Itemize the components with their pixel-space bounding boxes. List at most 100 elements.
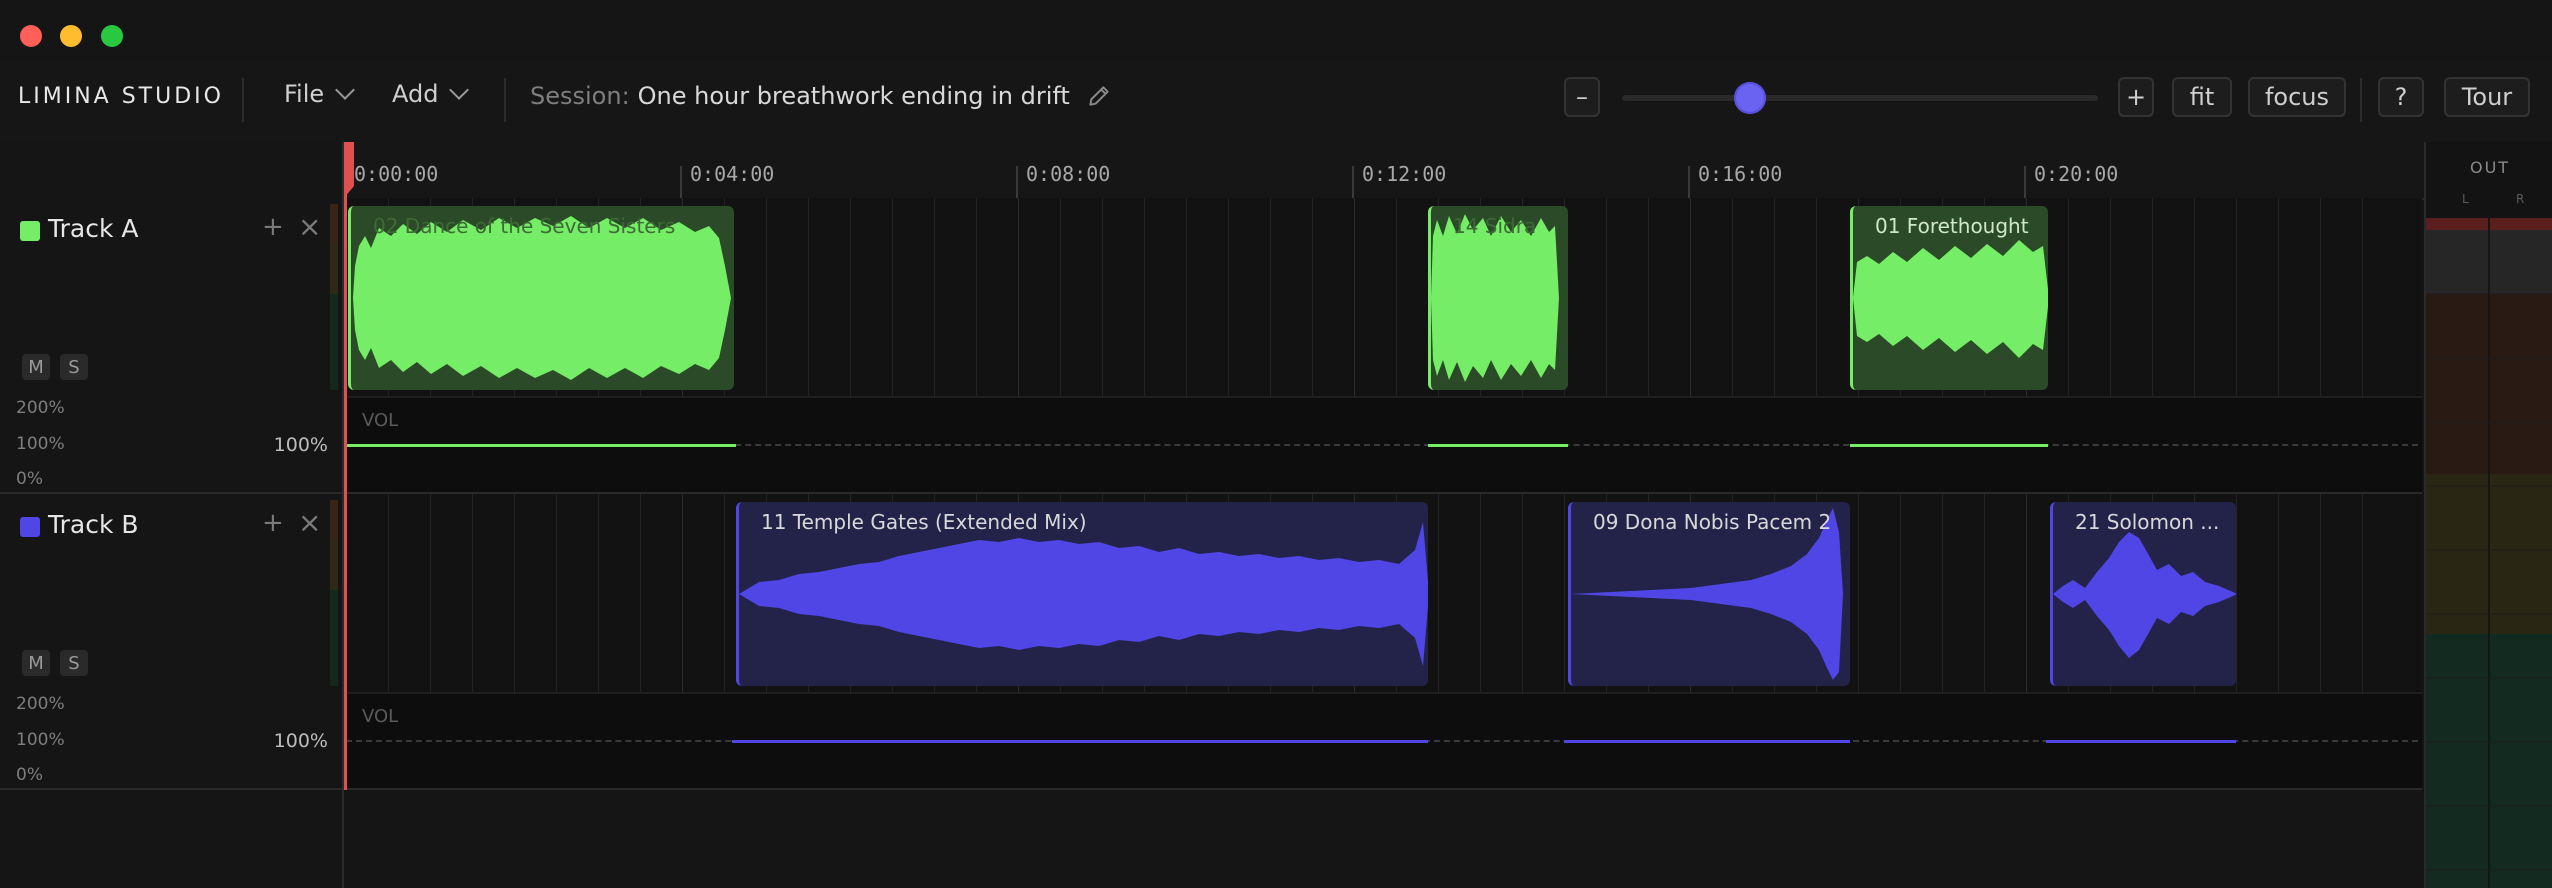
grid-line: [556, 494, 557, 692]
toolbar: LIMINA STUDIO File Add Session: One hour…: [0, 60, 2552, 144]
focus-button[interactable]: focus: [2248, 77, 2346, 117]
clip-a1[interactable]: 02 Dance of the Seven Sisters: [348, 206, 734, 390]
track-a-lane[interactable]: 02 Dance of the Seven Sisters 14 Sidra 0…: [346, 198, 2422, 396]
grid-line: [472, 494, 473, 692]
ruler-tick: [1688, 166, 1690, 198]
grid-line: [1354, 198, 1355, 396]
grid-line: [1732, 198, 1733, 396]
track-a-color-swatch[interactable]: [20, 221, 40, 241]
toolbar-divider: [2360, 78, 2362, 122]
grid-line: [2152, 198, 2153, 396]
grid-line: [2236, 494, 2237, 692]
vol-scale-0: 0%: [16, 469, 43, 489]
grid-line: [1060, 198, 1061, 396]
grid-line: [2110, 198, 2111, 396]
track-b-volume-lane[interactable]: VOL: [346, 692, 2422, 790]
vol-scale-100: 100%: [16, 434, 65, 454]
grid-line: [2362, 198, 2363, 396]
volume-envelope[interactable]: [346, 444, 736, 447]
grid-line: [1774, 198, 1775, 396]
ruler-tick-label: 0:16:00: [1698, 162, 1783, 186]
toolbar-divider: [504, 78, 506, 122]
plus-icon[interactable]: +: [262, 212, 284, 242]
grid-line: [1942, 494, 1943, 692]
timeline-ruler[interactable]: 0:00:00 0:04:00 0:08:00 0:12:00 0:16:00 …: [344, 142, 2424, 200]
zoom-in-button[interactable]: +: [2118, 77, 2154, 117]
chevron-down-icon: [449, 80, 470, 100]
minimize-window-button[interactable]: [60, 25, 82, 47]
track-a-name[interactable]: Track A: [48, 214, 138, 243]
output-right-label: R: [2516, 192, 2525, 206]
close-window-button[interactable]: [20, 25, 42, 47]
playhead[interactable]: [344, 142, 347, 790]
track-b-name[interactable]: Track B: [48, 510, 139, 539]
grid-line: [1522, 494, 1523, 692]
track-b-lane[interactable]: 11 Temple Gates (Extended Mix) 09 Dona N…: [346, 494, 2422, 692]
track-b-mute-button[interactable]: M: [22, 650, 50, 676]
output-level-bars: [2426, 218, 2552, 888]
grid-line: [598, 494, 599, 692]
volume-envelope[interactable]: [2046, 740, 2236, 743]
vol-scale-200: 200%: [16, 694, 65, 714]
clip-a2[interactable]: 14 Sidra: [1428, 206, 1568, 390]
clip-b1[interactable]: 11 Temple Gates (Extended Mix): [736, 502, 1428, 686]
add-menu[interactable]: Add: [392, 80, 470, 108]
grid-line: [1690, 198, 1691, 396]
help-button[interactable]: ?: [2378, 77, 2424, 117]
track-b-header: Track B + × M S 200% 100% 0% 100%: [0, 494, 344, 790]
grid-line: [1606, 198, 1607, 396]
grid-line: [1816, 198, 1817, 396]
volume-envelope[interactable]: [732, 740, 1428, 743]
grid-line: [2278, 198, 2279, 396]
grid-line: [2320, 198, 2321, 396]
ruler-tick-label: 0:12:00: [1362, 162, 1447, 186]
empty-track-area[interactable]: [346, 790, 2422, 888]
maximize-window-button[interactable]: [101, 25, 123, 47]
ruler-tick: [1016, 166, 1018, 198]
grid-line: [2362, 494, 2363, 692]
grid-line: [724, 494, 725, 692]
track-a-volume-lane[interactable]: VOL: [346, 396, 2422, 494]
track-b-solo-button[interactable]: S: [60, 650, 88, 676]
fit-button[interactable]: fit: [2172, 77, 2232, 117]
volume-envelope[interactable]: [1850, 444, 2048, 447]
clip-name: 09 Dona Nobis Pacem 2: [1593, 510, 1832, 534]
track-a-solo-button[interactable]: S: [60, 354, 88, 380]
track-b-color-swatch[interactable]: [20, 517, 40, 537]
zoom-out-button[interactable]: –: [1564, 77, 1600, 117]
tour-button[interactable]: Tour: [2444, 77, 2530, 117]
clip-b2[interactable]: 09 Dona Nobis Pacem 2: [1568, 502, 1850, 686]
grid-line: [1144, 198, 1145, 396]
grid-line: [1102, 198, 1103, 396]
grid-line: [2236, 198, 2237, 396]
ruler-tick: [2024, 166, 2026, 198]
grid-line: [1312, 198, 1313, 396]
close-icon[interactable]: ×: [298, 506, 321, 539]
file-menu-label: File: [284, 80, 325, 108]
grid-line: [1228, 198, 1229, 396]
track-a-header: Track A + × M S 200% 100% 0% 100%: [0, 198, 344, 494]
close-icon[interactable]: ×: [298, 210, 321, 243]
clip-a3[interactable]: 01 Forethought: [1850, 206, 2048, 390]
file-menu[interactable]: File: [284, 80, 356, 108]
pencil-icon[interactable]: [1086, 83, 1112, 109]
ruler-tick-label: 0:04:00: [690, 162, 775, 186]
grid-line: [1984, 494, 1985, 692]
grid-line: [514, 494, 515, 692]
vol-scale-0: 0%: [16, 765, 43, 785]
volume-envelope[interactable]: [1428, 444, 1568, 447]
session-title[interactable]: Session: One hour breathwork ending in d…: [530, 82, 1112, 110]
plus-icon[interactable]: +: [262, 508, 284, 538]
app-title: LIMINA STUDIO: [18, 84, 224, 109]
grid-line: [1858, 494, 1859, 692]
track-a-mute-button[interactable]: M: [22, 354, 50, 380]
zoom-slider[interactable]: [1622, 95, 2098, 101]
grid-line: [430, 494, 431, 692]
clip-b3[interactable]: 21 Solomon ...: [2050, 502, 2236, 686]
clip-name: 21 Solomon ...: [2075, 510, 2220, 534]
zoom-slider-thumb[interactable]: [1734, 82, 1766, 114]
vol-label: VOL: [362, 410, 399, 431]
clip-name: 02 Dance of the Seven Sisters: [373, 214, 676, 238]
volume-envelope[interactable]: [1564, 740, 1850, 743]
vol-scale-200: 200%: [16, 398, 65, 418]
